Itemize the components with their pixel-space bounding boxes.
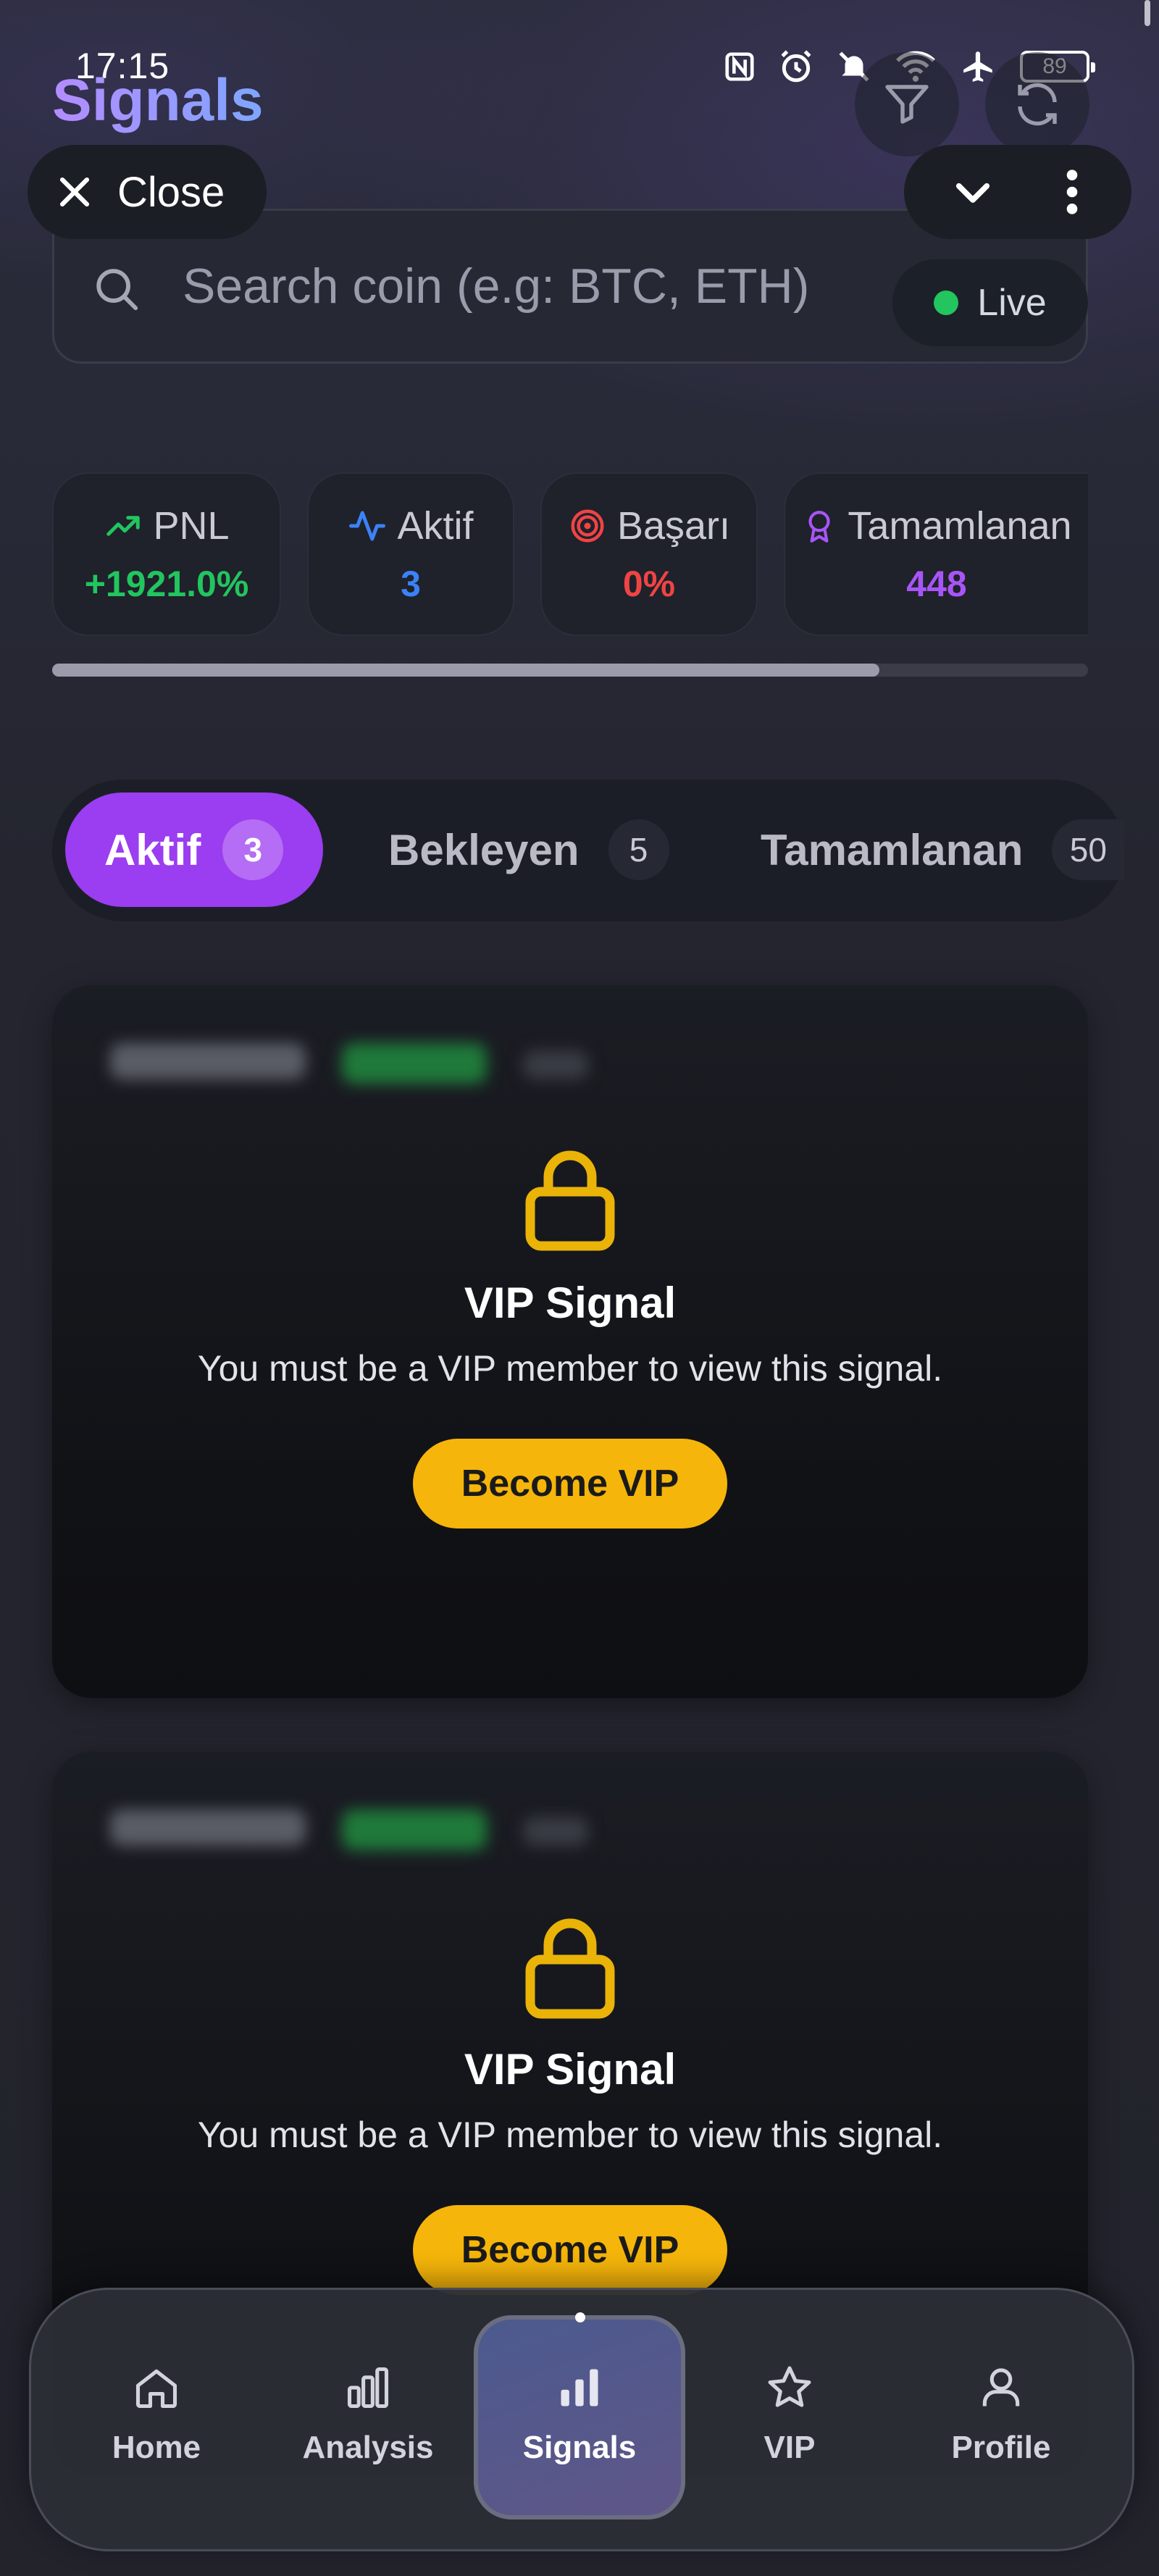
home-icon	[135, 2369, 177, 2409]
chevron-down-button[interactable]	[949, 168, 997, 216]
tab-label: Aktif	[104, 825, 201, 874]
search-icon	[91, 264, 142, 318]
vip-description: You must be a VIP member to view this si…	[197, 2115, 943, 2155]
page-title: Signals	[52, 67, 264, 133]
nav-item-profile[interactable]: Profile	[907, 2363, 1095, 2466]
stat-label: Aktif	[397, 504, 474, 548]
tab-count-badge: 3	[222, 819, 284, 880]
stat-value: 0%	[622, 564, 676, 604]
live-dot	[934, 290, 959, 315]
blurred-direction-badge	[342, 1043, 487, 1084]
bar-chart-icon	[347, 2367, 389, 2409]
become-vip-button[interactable]: Become VIP	[413, 2205, 727, 2295]
close-icon	[59, 177, 90, 207]
trending-up-icon	[106, 516, 141, 536]
page-scrollbar[interactable]	[1145, 0, 1150, 26]
more-button[interactable]	[1058, 167, 1087, 217]
live-label: Live	[977, 282, 1047, 324]
refresh-button[interactable]	[985, 52, 1089, 156]
blurred-direction-badge	[342, 1810, 487, 1850]
tab-count-badge: 50	[1052, 819, 1125, 880]
overlay-menu	[904, 145, 1131, 239]
blurred-coin-name	[110, 1043, 306, 1079]
alarm-icon	[781, 50, 811, 83]
live-indicator: Live	[892, 259, 1088, 346]
chevron-down-icon	[955, 183, 990, 203]
lock-icon	[525, 1918, 615, 2019]
vip-title: VIP Signal	[464, 2045, 677, 2094]
nav-item-analysis[interactable]: Analysis	[274, 2363, 462, 2466]
tab-label: Bekleyen	[388, 825, 580, 874]
award-icon	[808, 511, 831, 543]
nav-label: Signals	[522, 2430, 637, 2465]
user-icon	[982, 2368, 1020, 2406]
tab-label: Tamamlanan	[761, 825, 1024, 874]
vip-description: You must be a VIP member to view this si…	[197, 1348, 943, 1389]
vip-title: VIP Signal	[464, 1279, 677, 1327]
activity-icon	[349, 511, 386, 541]
close-button[interactable]: Close	[28, 145, 267, 239]
blurred-leverage	[523, 1050, 588, 1079]
tab-count-badge: 5	[608, 819, 669, 880]
filter-icon	[885, 85, 929, 124]
search-input[interactable]	[183, 254, 834, 319]
blurred-coin-name	[110, 1810, 306, 1846]
more-vertical-icon	[1066, 170, 1078, 214]
tab-bekleyen[interactable]: Bekleyen 5	[388, 793, 669, 907]
stat-value: 448	[906, 564, 967, 604]
stat-label: Başarı	[616, 504, 731, 548]
nav-label: Profile	[951, 2430, 1051, 2465]
stat-label: PNL	[153, 504, 230, 548]
nav-label: Analysis	[302, 2430, 434, 2465]
signal-bars-icon	[561, 2369, 598, 2406]
lock-icon	[525, 1150, 615, 1251]
stat-value: 3	[401, 564, 421, 604]
nav-active-dot	[575, 2312, 585, 2322]
tab-aktif[interactable]: Aktif 3	[65, 793, 323, 907]
become-vip-button[interactable]: Become VIP	[413, 1439, 727, 1529]
nav-item-vip[interactable]: VIP	[695, 2363, 884, 2466]
stat-card-aktif: Aktif 3	[307, 472, 514, 636]
nav-label: Home	[112, 2430, 201, 2465]
target-icon	[571, 509, 604, 543]
nav-item-signals[interactable]: Signals	[485, 2363, 674, 2466]
nfc-icon	[725, 52, 754, 81]
close-label: Close	[117, 168, 225, 216]
nav-item-home[interactable]: Home	[62, 2363, 251, 2466]
star-icon	[768, 2366, 811, 2407]
stat-card-pnl: PNL +1921.0%	[52, 472, 281, 636]
signal-card-locked: VIP Signal You must be a VIP member to v…	[52, 985, 1088, 1698]
blurred-leverage	[523, 1817, 588, 1846]
stat-label: Tamamlanan	[848, 504, 1072, 548]
stat-card-tamamlanan: Tamamlanan 448	[784, 472, 1088, 636]
stats-scroll-thumb[interactable]	[52, 664, 879, 677]
tab-tamamlanan[interactable]: Tamamlanan 50	[761, 793, 1125, 907]
nav-label: VIP	[763, 2430, 816, 2465]
refresh-icon	[1018, 83, 1057, 126]
filter-button[interactable]	[855, 52, 959, 156]
stat-card-basari: Başarı 0%	[540, 472, 758, 636]
stat-value: +1921.0%	[84, 564, 249, 604]
